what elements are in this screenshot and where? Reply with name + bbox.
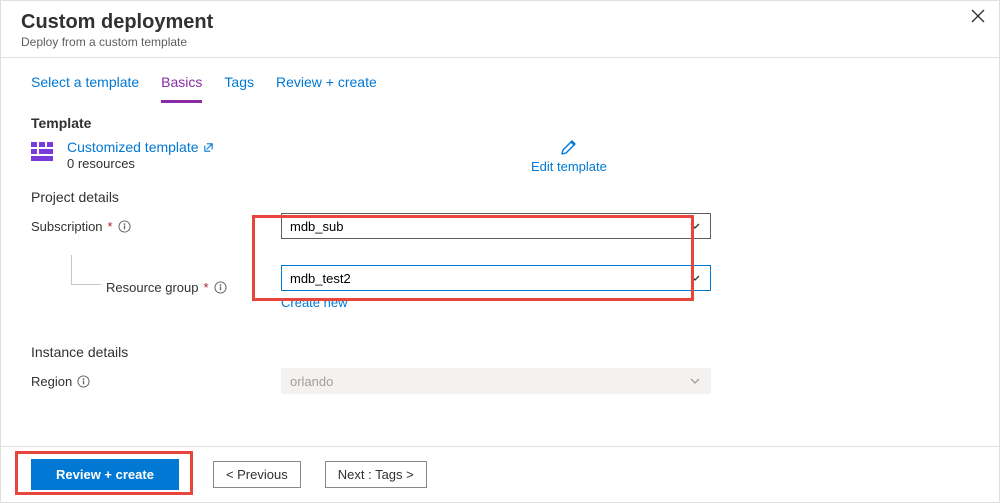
close-button[interactable]: [971, 9, 985, 28]
project-details-heading: Project details: [31, 189, 969, 205]
pencil-icon: [559, 137, 579, 157]
region-label: Region: [31, 374, 72, 389]
subscription-label: Subscription: [31, 219, 103, 234]
region-row: Region: [31, 366, 969, 396]
previous-button[interactable]: < Previous: [213, 461, 301, 488]
template-heading: Template: [31, 115, 969, 131]
page-subtitle: Deploy from a custom template: [21, 35, 979, 49]
content: Template Customized template 0 resources…: [1, 103, 999, 396]
footer-bar: Review + create < Previous Next : Tags >: [1, 446, 999, 502]
edit-template-label: Edit template: [531, 159, 607, 174]
info-icon[interactable]: [118, 220, 131, 233]
create-new-link[interactable]: Create new: [281, 295, 347, 310]
tab-basics[interactable]: Basics: [161, 68, 202, 103]
instance-details-heading: Instance details: [31, 344, 969, 360]
tab-select-template[interactable]: Select a template: [31, 68, 139, 103]
page-header: Custom deployment Deploy from a custom t…: [1, 1, 999, 58]
subscription-select[interactable]: [281, 213, 711, 239]
resource-group-row: Resource group * Create new: [31, 255, 969, 310]
tab-tags[interactable]: Tags: [224, 68, 254, 103]
template-resource-count: 0 resources: [67, 156, 214, 171]
tab-bar: Select a template Basics Tags Review + c…: [1, 58, 999, 103]
template-icon: [31, 142, 55, 162]
template-info-row: Customized template 0 resources Edit tem…: [31, 139, 969, 171]
required-icon: *: [204, 280, 209, 295]
customized-template-label: Customized template: [67, 139, 199, 155]
info-icon[interactable]: [77, 375, 90, 388]
resource-group-label: Resource group: [106, 280, 199, 295]
external-link-icon: [203, 142, 214, 153]
next-button[interactable]: Next : Tags >: [325, 461, 427, 488]
info-icon[interactable]: [214, 281, 227, 294]
customized-template-link[interactable]: Customized template: [67, 139, 214, 155]
edit-template-button[interactable]: Edit template: [531, 137, 607, 174]
page-title: Custom deployment: [21, 11, 979, 34]
required-icon: *: [108, 219, 113, 234]
subscription-row: Subscription *: [31, 211, 969, 241]
region-select: [281, 368, 711, 394]
review-create-button[interactable]: Review + create: [31, 459, 179, 490]
close-icon: [971, 9, 985, 23]
tab-review-create[interactable]: Review + create: [276, 68, 377, 103]
resource-group-select[interactable]: [281, 265, 711, 291]
